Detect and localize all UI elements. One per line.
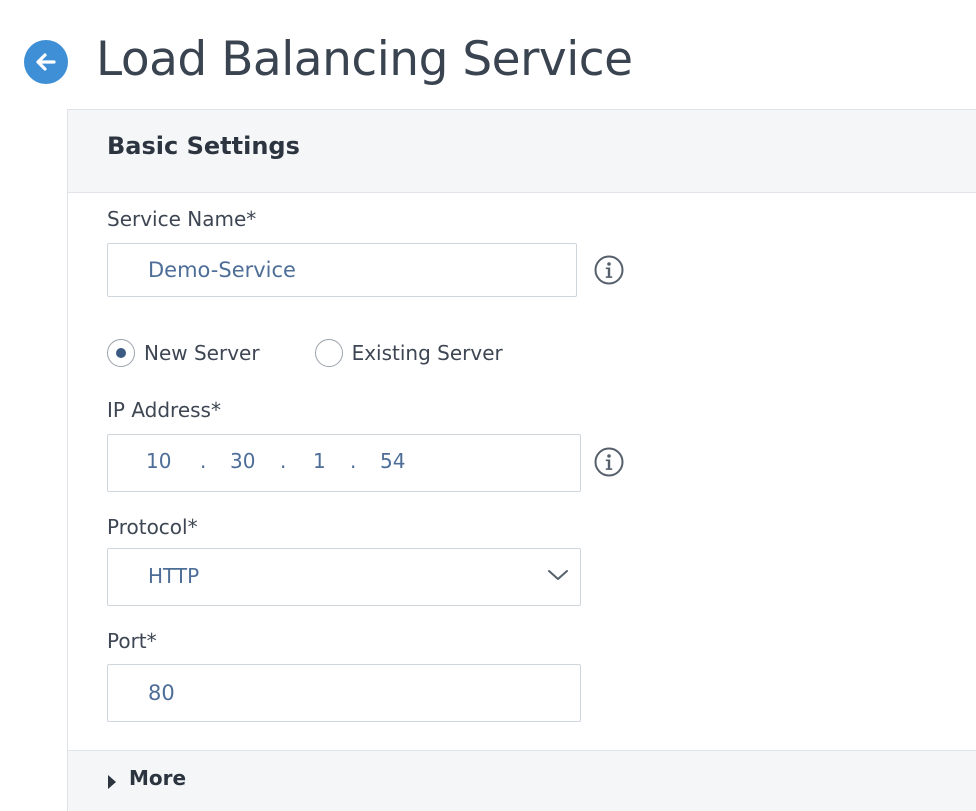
more-label: More [129, 766, 187, 790]
ip-separator: . [280, 449, 287, 473]
service-name-label: Service Name* [107, 207, 257, 231]
caret-right-icon [108, 775, 116, 789]
ip-octet-3[interactable]: 1 [313, 449, 326, 473]
radio-circle-selected [107, 339, 135, 367]
port-label: Port* [107, 629, 157, 653]
server-type-radio-group: New Server Existing Server [107, 336, 503, 370]
service-name-input[interactable] [108, 244, 576, 296]
ip-octet-1[interactable]: 10 [146, 449, 171, 473]
port-field[interactable] [107, 664, 581, 722]
ip-octet-2[interactable]: 30 [230, 449, 255, 473]
info-icon[interactable] [593, 254, 625, 286]
radio-circle [314, 339, 343, 367]
existing-server-radio[interactable]: Existing Server [314, 339, 503, 367]
ip-address-label: IP Address* [107, 398, 221, 422]
back-button[interactable] [24, 40, 68, 84]
protocol-select[interactable]: HTTP [107, 548, 581, 606]
new-server-radio[interactable]: New Server [107, 339, 260, 367]
radio-dot [116, 348, 126, 358]
page-title: Load Balancing Service [96, 32, 633, 87]
ip-separator: . [200, 449, 207, 473]
new-server-label: New Server [144, 341, 260, 365]
basic-settings-panel: Basic Settings Service Name* New Server … [67, 109, 976, 811]
protocol-value: HTTP [148, 564, 200, 588]
ip-address-field[interactable]: 10 . 30 . 1 . 54 [107, 434, 581, 492]
panel-title: Basic Settings [107, 132, 300, 160]
ip-separator: . [350, 449, 357, 473]
port-input[interactable] [108, 665, 580, 721]
service-name-field[interactable] [107, 243, 577, 297]
existing-server-label: Existing Server [351, 341, 503, 365]
ip-octet-4[interactable]: 54 [380, 449, 405, 473]
arrow-left-icon [33, 49, 59, 75]
info-icon[interactable] [593, 446, 625, 478]
protocol-label: Protocol* [107, 515, 198, 539]
panel-header: Basic Settings [68, 110, 976, 193]
chevron-down-icon [546, 567, 570, 587]
